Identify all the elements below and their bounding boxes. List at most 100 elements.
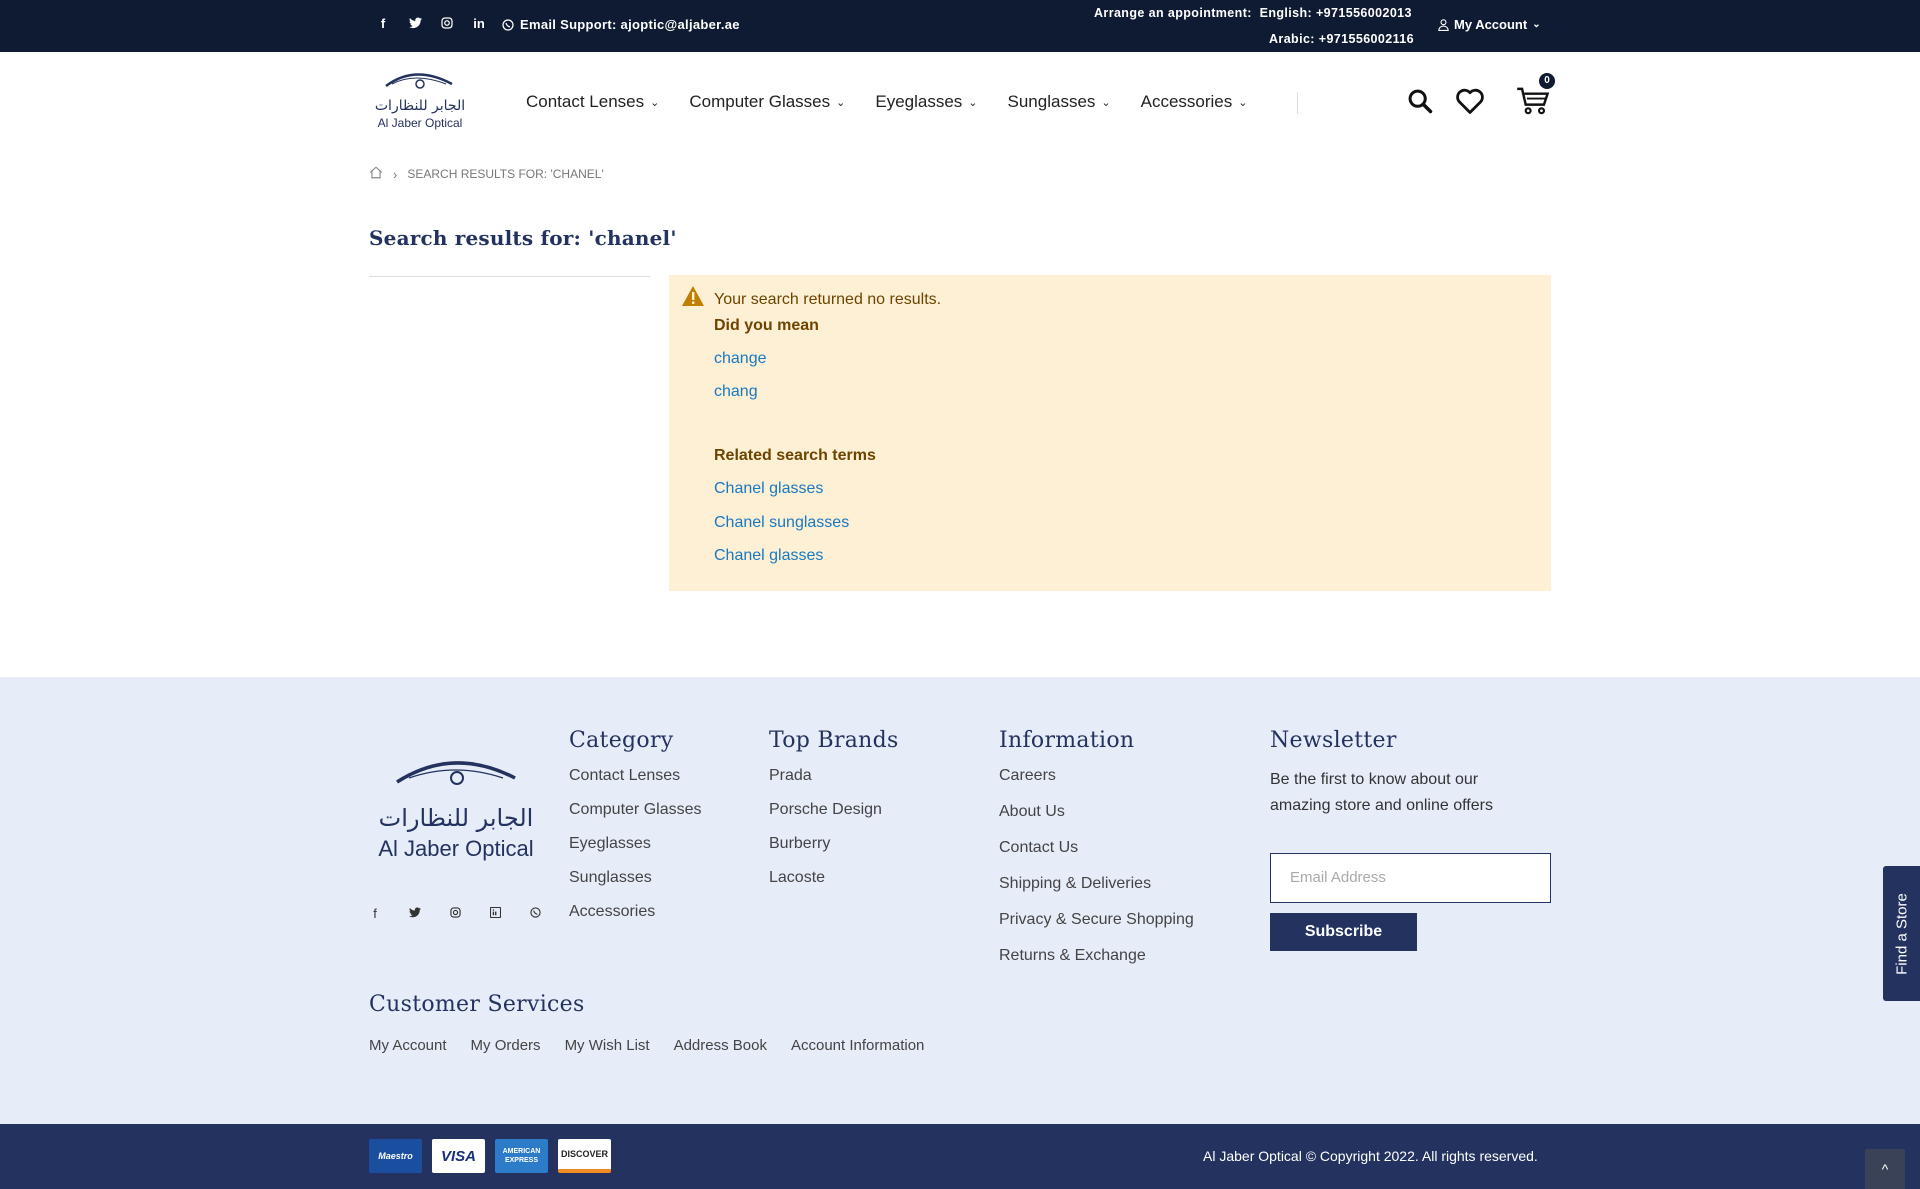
- whatsapp-icon: [502, 18, 514, 31]
- footer-category-link[interactable]: Eyeglasses: [569, 835, 702, 869]
- appointment-info: Arrange an appointment: English: +971556…: [1094, 4, 1414, 56]
- footer-social-links: f: [368, 906, 542, 921]
- footer-info-link[interactable]: Privacy & Secure Shopping: [999, 911, 1194, 947]
- footer-brands-title: Top Brands: [769, 728, 899, 753]
- whatsapp-icon[interactable]: [528, 906, 542, 921]
- amex-card-icon: AMERICAN EXPRESS: [495, 1139, 548, 1173]
- search-notice: Your search returned no results. Did you…: [669, 275, 1551, 591]
- search-icon[interactable]: [1406, 87, 1434, 120]
- newsletter-email-input[interactable]: Email Address: [1270, 853, 1551, 903]
- footer-info-link[interactable]: About Us: [999, 803, 1194, 839]
- main-nav: Contact Lenses ⌄ Computer Glasses ⌄ Eyegla…: [526, 92, 1277, 112]
- linkedin-icon[interactable]: in: [471, 15, 487, 31]
- instagram-icon[interactable]: [439, 15, 455, 31]
- footer-info-link[interactable]: Shipping & Deliveries: [999, 875, 1194, 911]
- customer-service-link[interactable]: Address Book: [674, 1037, 767, 1054]
- svg-text:Al Jaber Optical: Al Jaber Optical: [378, 836, 533, 861]
- home-icon[interactable]: [369, 166, 383, 182]
- linkedin-icon[interactable]: [488, 906, 502, 921]
- customer-service-link[interactable]: My Wish List: [565, 1037, 650, 1054]
- nav-divider: [1297, 92, 1298, 114]
- footer-category-link[interactable]: Sunglasses: [569, 869, 702, 903]
- top-bar: f in Email Support: ajoptic@aljaber.ae A…: [0, 0, 1920, 52]
- related-term-link[interactable]: Chanel glasses: [714, 480, 823, 498]
- footer-info-link[interactable]: Contact Us: [999, 839, 1194, 875]
- breadcrumb-current: SEARCH RESULTS FOR: 'CHANEL': [407, 167, 604, 181]
- related-term-link[interactable]: Chanel sunglasses: [714, 514, 849, 532]
- chevron-down-icon: ⌄: [650, 96, 660, 109]
- find-a-store-label: Find a Store: [1893, 892, 1910, 975]
- chevron-down-icon: ⌄: [1238, 96, 1248, 109]
- footer-information-title: Information: [999, 728, 1135, 753]
- chevron-down-icon: ⌄: [1532, 19, 1541, 30]
- chevron-down-icon: ⌄: [1101, 96, 1111, 109]
- footer-category-title: Category: [569, 728, 674, 753]
- payment-cards: Maestro VISA AMERICAN EXPRESS DISCOVER: [369, 1139, 611, 1173]
- customer-service-link[interactable]: Account Information: [791, 1037, 924, 1054]
- twitter-icon[interactable]: [407, 15, 423, 31]
- cart-icon[interactable]: [1516, 86, 1550, 121]
- customer-services-title: Customer Services: [369, 992, 585, 1017]
- find-a-store-tab[interactable]: Find a Store: [1883, 866, 1920, 1001]
- footer-brand-link[interactable]: Lacoste: [769, 869, 899, 903]
- footer-category-link[interactable]: Accessories: [569, 903, 702, 937]
- email-support-label: Email Support: ajoptic@aljaber.ae: [520, 17, 740, 32]
- arabic-phone[interactable]: Arabic: +971556002116: [1094, 30, 1414, 56]
- facebook-icon[interactable]: f: [368, 906, 382, 921]
- footer-info-link[interactable]: Careers: [999, 767, 1194, 803]
- footer-brand-link[interactable]: Porsche Design: [769, 801, 899, 835]
- subscribe-button[interactable]: Subscribe: [1270, 913, 1417, 951]
- footer-newsletter-column: Newsletter Be the first to know about ou…: [1270, 728, 1540, 819]
- header-icons: [1406, 86, 1550, 121]
- suggestion-link[interactable]: chang: [714, 383, 758, 401]
- did-you-mean-heading: Did you mean: [714, 317, 819, 334]
- english-phone[interactable]: English: +971556002013: [1260, 6, 1412, 20]
- related-terms-heading: Related search terms: [714, 447, 876, 464]
- appointment-label: Arrange an appointment:: [1094, 6, 1252, 20]
- chevron-down-icon: ⌄: [836, 96, 846, 109]
- email-support[interactable]: Email Support: ajoptic@aljaber.ae: [502, 17, 740, 32]
- svg-text:Al Jaber Optical: Al Jaber Optical: [378, 116, 463, 130]
- top-social-links: f in: [375, 15, 487, 31]
- page-title: Search results for: 'chanel': [369, 226, 677, 250]
- footer-brand-link[interactable]: Prada: [769, 767, 899, 801]
- footer-category-link[interactable]: Computer Glasses: [569, 801, 702, 835]
- footer-category-link[interactable]: Contact Lenses: [569, 767, 702, 801]
- nav-computer-glasses[interactable]: Computer Glasses ⌄: [689, 92, 845, 112]
- wishlist-heart-icon[interactable]: [1454, 87, 1486, 120]
- cart-count-badge: 0: [1539, 73, 1555, 89]
- maestro-card-icon: Maestro: [369, 1139, 422, 1173]
- breadcrumb: › SEARCH RESULTS FOR: 'CHANEL': [369, 166, 604, 182]
- back-to-top-button[interactable]: ^: [1865, 1149, 1905, 1189]
- footer: [0, 677, 1920, 1124]
- customer-service-link[interactable]: My Account: [369, 1037, 447, 1054]
- footer-logo[interactable]: الجابر للنظارات Al Jaber Optical: [375, 750, 537, 868]
- svg-text:الجابر للنظارات: الجابر للنظارات: [375, 98, 465, 114]
- footer-information-column: Information Careers About Us Contact Us …: [999, 728, 1194, 983]
- discover-card-icon: DISCOVER: [558, 1139, 611, 1173]
- chevron-down-icon: ⌄: [968, 96, 978, 109]
- footer-info-link[interactable]: Returns & Exchange: [999, 947, 1194, 983]
- my-account-label: My Account: [1454, 17, 1528, 32]
- visa-card-icon: VISA: [432, 1139, 485, 1173]
- footer-newsletter-title: Newsletter: [1270, 728, 1397, 753]
- footer-brand-link[interactable]: Burberry: [769, 835, 899, 869]
- warning-icon: [681, 285, 705, 312]
- nav-sunglasses[interactable]: Sunglasses ⌄: [1008, 92, 1111, 112]
- site-logo[interactable]: الجابر للنظارات Al Jaber Optical: [370, 64, 470, 134]
- customer-service-link[interactable]: My Orders: [471, 1037, 541, 1054]
- twitter-icon[interactable]: [408, 906, 422, 921]
- nav-accessories[interactable]: Accessories ⌄: [1141, 92, 1248, 112]
- nav-eyeglasses[interactable]: Eyeglasses ⌄: [875, 92, 977, 112]
- nav-contact-lenses[interactable]: Contact Lenses ⌄: [526, 92, 659, 112]
- suggestion-link[interactable]: change: [714, 350, 767, 368]
- no-results-message: Your search returned no results.: [714, 291, 942, 308]
- user-icon: [1438, 18, 1449, 31]
- facebook-icon[interactable]: f: [375, 15, 391, 31]
- instagram-icon[interactable]: [448, 906, 462, 921]
- copyright-text: Al Jaber Optical © Copyright 2022. All r…: [1203, 1148, 1538, 1164]
- svg-text:الجابر للنظارات: الجابر للنظارات: [379, 804, 534, 832]
- bottom-bar: [0, 1124, 1920, 1189]
- related-term-link[interactable]: Chanel glasses: [714, 547, 823, 565]
- my-account-dropdown[interactable]: My Account ⌄: [1438, 17, 1541, 32]
